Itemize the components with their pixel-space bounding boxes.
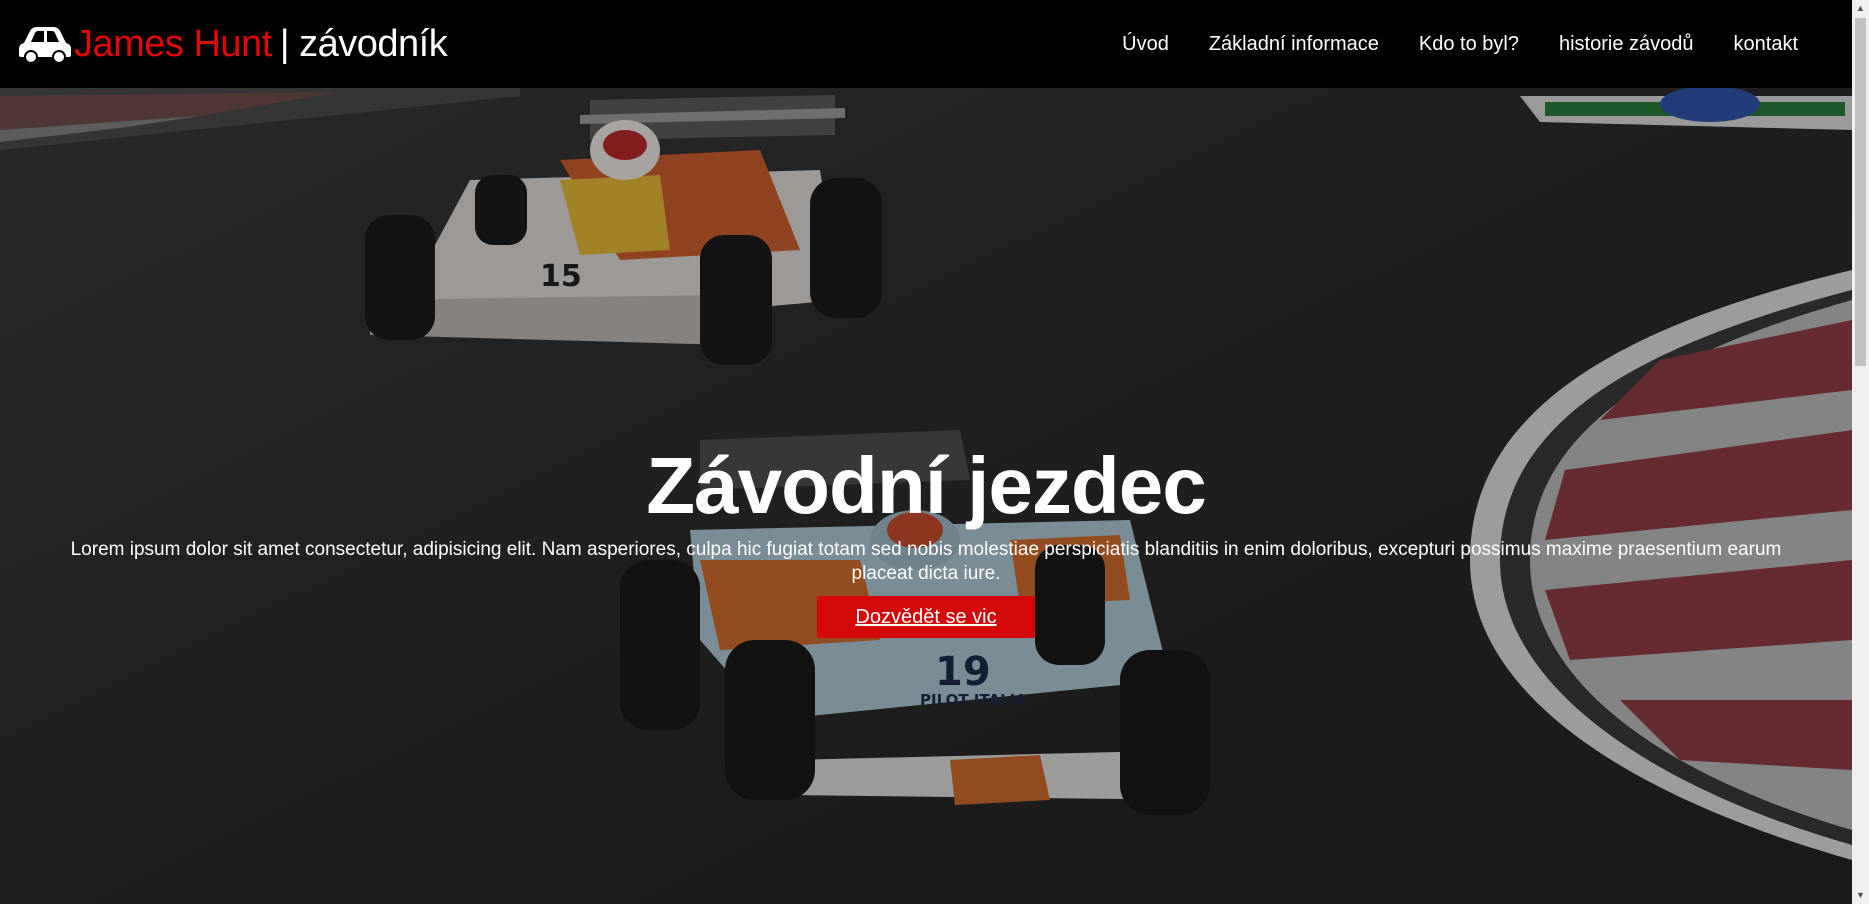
brand-separator: | xyxy=(279,22,290,65)
scroll-up-icon[interactable]: ▲ xyxy=(1852,0,1869,17)
hero-section: 15 19 PILOT ITALIA Závodní jezdec Lorem … xyxy=(0,0,1852,904)
car-icon xyxy=(19,27,71,63)
nav-link-uvod[interactable]: Úvod xyxy=(1122,33,1169,56)
nav-link-kdo-to-byl[interactable]: Kdo to byl? xyxy=(1419,33,1519,56)
nav-link-zakladni-informace[interactable]: Základní informace xyxy=(1209,33,1379,56)
nav-link-kontakt[interactable]: kontakt xyxy=(1734,33,1798,56)
brand-logo[interactable]: James Hunt | závodník xyxy=(18,20,448,68)
brand-name: James Hunt xyxy=(74,22,272,65)
learn-more-button[interactable]: Dozvědět se vic xyxy=(817,596,1035,638)
vertical-scrollbar[interactable]: ▲ ▼ xyxy=(1852,0,1869,904)
hero-content: Závodní jezdec Lorem ipsum dolor sit ame… xyxy=(0,440,1852,638)
hero-title: Závodní jezdec xyxy=(646,441,1206,530)
scroll-down-icon[interactable]: ▼ xyxy=(1852,887,1869,904)
page: 15 19 PILOT ITALIA Závodní jezdec Lorem … xyxy=(0,0,1869,904)
brand-role: závodník xyxy=(299,22,448,65)
hero-description: Lorem ipsum dolor sit amet consectetur, … xyxy=(70,539,1782,584)
nav-link-historie-zavodu[interactable]: historie závodů xyxy=(1559,33,1694,56)
main-nav: Úvod Základní informace Kdo to byl? hist… xyxy=(1122,0,1798,88)
navbar: James Hunt | závodník Úvod Základní info… xyxy=(0,0,1852,88)
scroll-thumb[interactable] xyxy=(1855,18,1866,366)
